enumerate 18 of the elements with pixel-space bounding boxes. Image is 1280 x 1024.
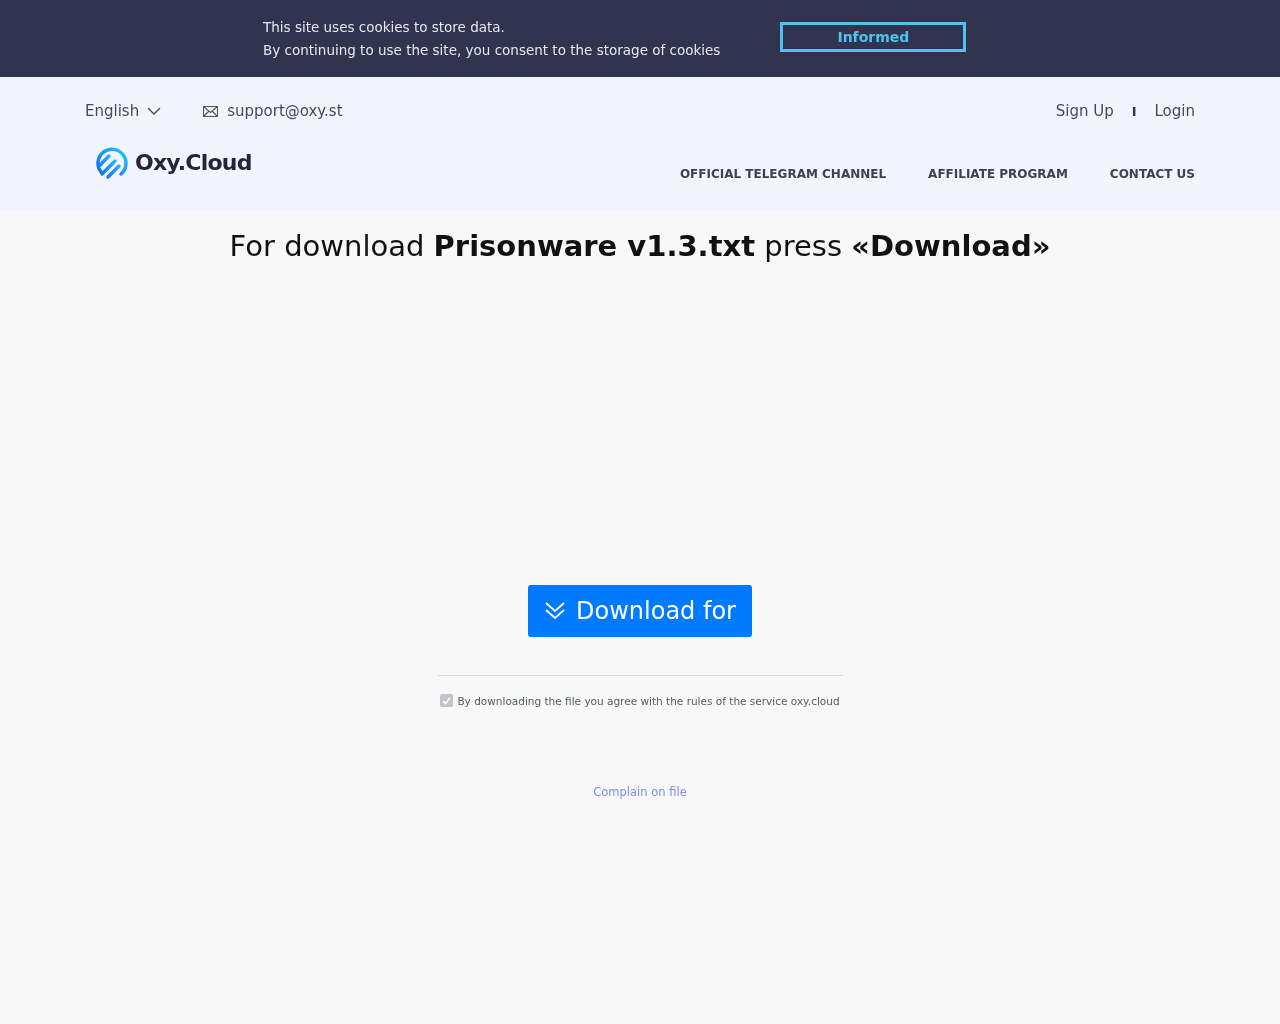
login-link[interactable]: Login [1154,102,1195,120]
double-chevron-icon [544,601,567,621]
envelope-icon [203,105,219,117]
agreement-text: By downloading the file you agree with the rules of the service oxy.cloud [457,694,840,707]
email-link[interactable]: support@oxy.st [227,102,343,120]
download-button[interactable]: Download for [528,585,752,637]
page-heading: For download Prisonware v1.3.txt press «Download» [228,229,1052,263]
separator: I [1131,103,1137,119]
nav-link[interactable]: CONTACT US [1109,167,1195,181]
sign-up-link[interactable]: Sign Up [1055,102,1114,120]
language-dropdown[interactable]: English [85,102,162,120]
informed-button[interactable]: Informed [780,21,967,52]
logo-text: Oxy.Cloud [135,149,252,175]
cookie-text: By continuing to use the site, you consent to the storage of cookies [263,42,721,58]
chevron-down-icon [147,107,162,115]
nav-link[interactable]: OFFICIAL TELEGRAM CHANNEL [679,167,887,181]
cookie-text: This site uses cookies to store data. [263,19,506,35]
nav-link[interactable]: AFFILIATE PROGRAM [928,167,1068,181]
